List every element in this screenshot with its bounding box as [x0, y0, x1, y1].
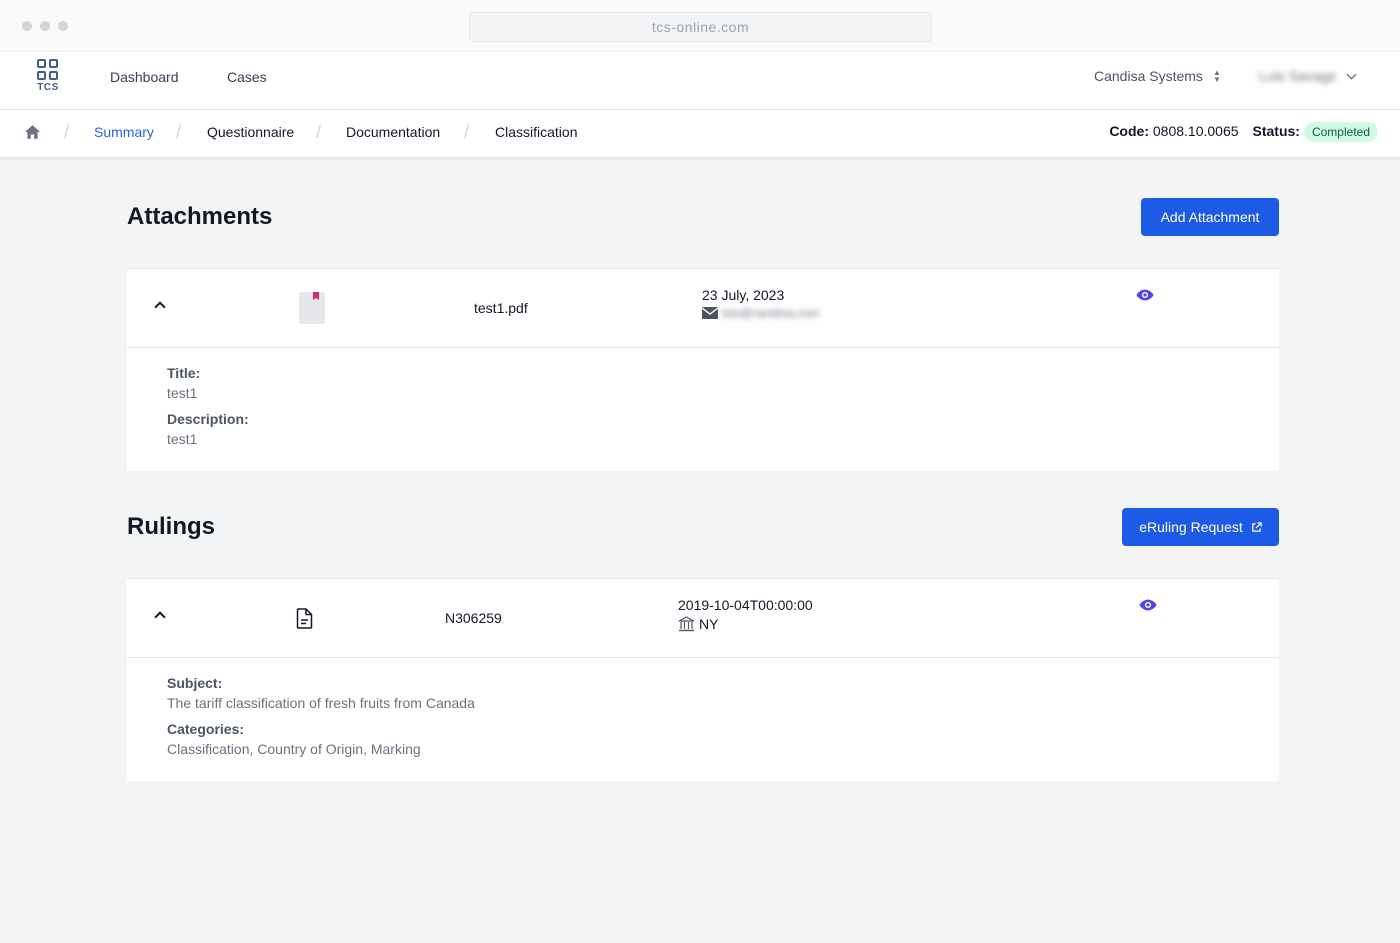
attachment-row[interactable]: test1.pdf 23 July, 2023 luis@candisa.com	[127, 269, 1279, 348]
logo-text: TCS	[37, 82, 59, 93]
case-meta: Code: 0808.10.0065 Status: Completed	[1109, 122, 1378, 142]
user-name: Luis Savage	[1259, 68, 1337, 84]
breadcrumb-bar: / Summary / Questionnaire / Documentatio…	[0, 110, 1400, 158]
rulings-title: Rulings	[127, 513, 215, 540]
ruling-meta: 2019-10-04T00:00:00 NY	[678, 597, 813, 632]
tab-classification[interactable]: Classification	[495, 124, 577, 140]
ruling-row[interactable]: N306259 2019-10-04T00:00:00 NY	[127, 579, 1279, 658]
tcs-logo[interactable]: TCS	[34, 59, 62, 99]
attachment-filename: test1.pdf	[474, 300, 528, 316]
mail-icon	[702, 307, 718, 319]
tab-summary[interactable]: Summary	[94, 124, 154, 140]
status-badge: Completed	[1303, 122, 1378, 142]
eye-icon[interactable]	[1136, 288, 1154, 302]
case-status: Status: Completed	[1253, 122, 1378, 142]
ruling-card: N306259 2019-10-04T00:00:00 NY Subject: …	[127, 578, 1279, 781]
collapse-icon[interactable]	[154, 611, 166, 623]
title-value: test1	[167, 385, 198, 401]
pdf-thumbnail-icon	[299, 292, 325, 324]
categories-label: Categories:	[167, 721, 245, 737]
ruling-date: 2019-10-04T00:00:00	[678, 597, 813, 613]
title-label: Title:	[167, 365, 201, 381]
eruling-request-label: eRuling Request	[1139, 519, 1243, 535]
description-value: test1	[167, 431, 198, 447]
user-menu[interactable]: Luis Savage	[1259, 68, 1357, 84]
bank-icon	[678, 616, 695, 632]
home-icon[interactable]	[24, 124, 41, 140]
breadcrumb-separator: /	[64, 122, 70, 142]
organization-name: Candisa Systems	[1094, 68, 1203, 84]
case-code: Code: 0808.10.0065	[1109, 123, 1239, 139]
ruling-number: N306259	[445, 610, 502, 626]
browser-chrome: tcs-online.com	[0, 0, 1400, 52]
window-dot[interactable]	[40, 21, 50, 31]
breadcrumb-separator: /	[316, 122, 322, 142]
description-label: Description:	[167, 411, 249, 427]
attachment-meta: 23 July, 2023 luis@candisa.com	[702, 287, 820, 320]
attachment-card: test1.pdf 23 July, 2023 luis@candisa.com…	[127, 268, 1279, 471]
grid-icon	[37, 59, 62, 80]
attachment-details: Title: test1 Description: test1	[127, 348, 1279, 471]
url-bar[interactable]: tcs-online.com	[469, 12, 932, 42]
tab-documentation[interactable]: Documentation	[346, 124, 440, 140]
attachments-title: Attachments	[127, 203, 273, 230]
chevron-down-icon	[1346, 69, 1357, 79]
subject-label: Subject:	[167, 675, 223, 691]
breadcrumb-separator: /	[464, 122, 470, 142]
attachment-email: luis@candisa.com	[722, 306, 820, 320]
window-dot[interactable]	[22, 21, 32, 31]
eye-icon[interactable]	[1139, 598, 1157, 612]
tab-questionnaire[interactable]: Questionnaire	[207, 124, 294, 140]
external-link-icon	[1251, 521, 1262, 532]
add-attachment-button[interactable]: Add Attachment	[1141, 198, 1279, 236]
categories-value: Classification, Country of Origin, Marki…	[167, 741, 421, 757]
ruling-details: Subject: The tariff classification of fr…	[127, 658, 1279, 781]
nav-cases[interactable]: Cases	[227, 69, 267, 85]
breadcrumb-separator: /	[176, 122, 182, 142]
up-down-icon: ▲ ▼	[1212, 68, 1221, 84]
subject-value: The tariff classification of fresh fruit…	[167, 695, 475, 711]
document-icon	[296, 608, 313, 629]
attachment-date: 23 July, 2023	[702, 287, 785, 303]
ruling-office: NY	[699, 616, 719, 632]
window-dot[interactable]	[58, 21, 68, 31]
window-controls	[22, 21, 68, 31]
organization-select[interactable]: Candisa Systems ▲ ▼	[1094, 68, 1221, 84]
top-navigation: TCS Dashboard Cases Candisa Systems ▲ ▼ L…	[0, 52, 1400, 110]
collapse-icon[interactable]	[154, 301, 166, 313]
eruling-request-button[interactable]: eRuling Request	[1122, 508, 1279, 546]
nav-dashboard[interactable]: Dashboard	[110, 69, 179, 85]
